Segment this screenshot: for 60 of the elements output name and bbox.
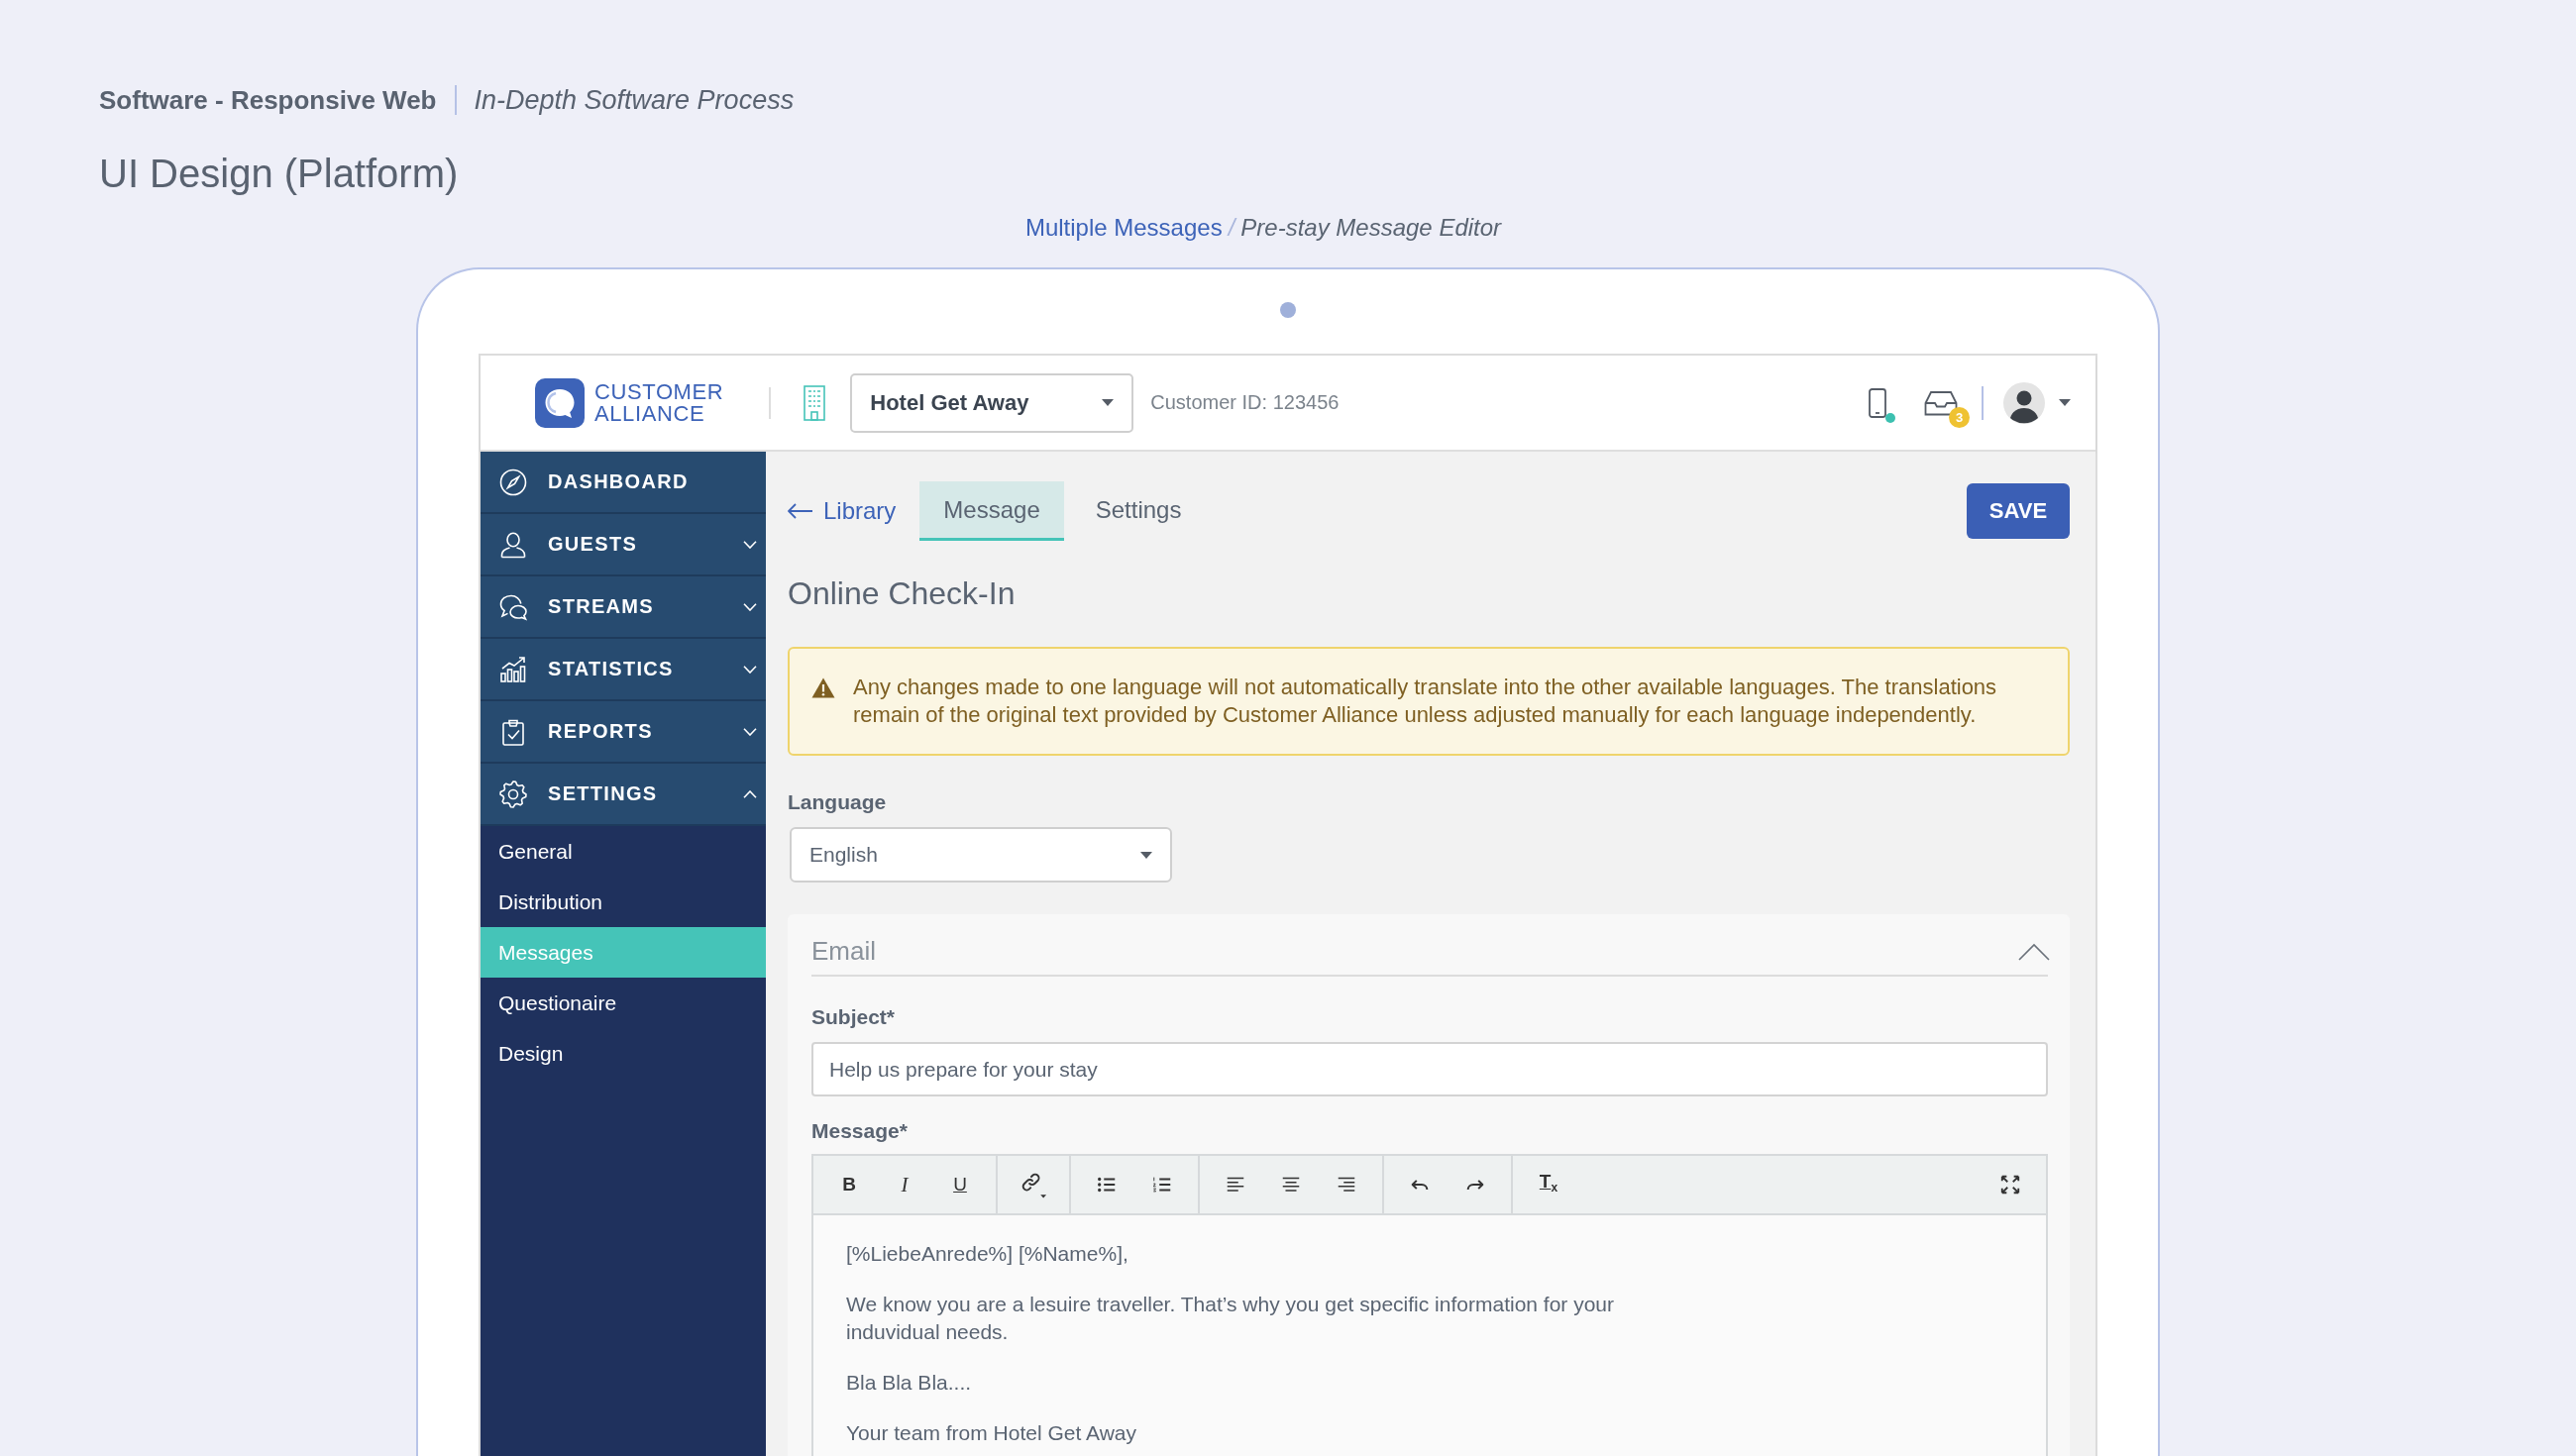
caret-icon xyxy=(1102,399,1115,406)
sidebar-subitem[interactable]: General xyxy=(481,826,766,877)
building-icon xyxy=(803,384,827,421)
clear-format-button[interactable]: T$_{x}$ xyxy=(1539,1170,1558,1199)
bar-chart-icon xyxy=(498,654,528,684)
status-dot-icon xyxy=(1885,412,1895,423)
section-title: Online Check-In xyxy=(788,575,1016,611)
property-select[interactable]: Hotel Get Away xyxy=(850,372,1134,433)
compass-icon xyxy=(498,467,528,497)
sidebar-item[interactable]: REPORTS xyxy=(481,701,766,764)
sidebar-subitem[interactable]: Distribution xyxy=(481,877,766,927)
underline-button[interactable]: U xyxy=(953,1174,967,1196)
language-select[interactable]: English xyxy=(790,827,1172,883)
fullscreen-icon[interactable] xyxy=(1999,1174,2021,1196)
caret-icon xyxy=(2059,399,2071,406)
subject-field[interactable]: Help us prepare for your stay xyxy=(811,1042,2048,1096)
card-title: Email xyxy=(811,936,876,967)
logo-icon xyxy=(535,377,585,428)
breadcrumb-link[interactable]: Multiple Messages xyxy=(1024,214,1223,241)
camera-dot-icon xyxy=(1280,302,1296,318)
tab[interactable]: Message xyxy=(919,481,1064,541)
back-link[interactable]: Library xyxy=(788,497,897,525)
phone-icon[interactable] xyxy=(1869,387,1886,418)
sidebar-item[interactable]: STATISTICS xyxy=(481,639,766,701)
arrow-left-icon xyxy=(788,503,813,519)
link-icon[interactable] xyxy=(1020,1171,1047,1198)
chevron-up-icon[interactable] xyxy=(2018,942,2050,961)
rich-text-editor[interactable]: B I U T$_{x}$ [%LiebeAnrede%] [%Name%], We know you are a lesuire traveller. That’s why you get specific information for your induvidual needs. Bla Bla Bla.... Your team from Hotel Get Away xyxy=(811,1154,2048,1456)
breadcrumb-current: Pre-stay Message Editor xyxy=(1240,214,1502,241)
page-title: UI Design (Platform) xyxy=(99,151,459,196)
bold-button[interactable]: B xyxy=(842,1174,856,1196)
notification-badge: 3 xyxy=(1949,406,1970,428)
caret-icon xyxy=(1140,851,1152,859)
breadcrumb-separator: / xyxy=(1228,214,1235,241)
field-label: Language xyxy=(788,789,887,815)
sidebar-item[interactable]: GUESTS xyxy=(481,514,766,576)
gear-icon xyxy=(498,779,528,809)
sidebar-item[interactable]: SETTINGS xyxy=(481,764,766,826)
sidebar-item[interactable]: DASHBOARD xyxy=(481,452,766,514)
field-label: Message* xyxy=(811,1118,909,1144)
warning-icon xyxy=(811,677,835,698)
message-paragraph: [%LiebeAnrede%] [%Name%], xyxy=(846,1241,1129,1267)
warning-text: Any changes made to one language will not automatically translate into the other available languages. The translations remain of the original text provided by Customer Alliance unless adjusted manually for each language independently. xyxy=(853,674,1998,729)
logo-wordmark: CUSTOMER ALLIANCE xyxy=(594,380,724,425)
sidebar-item[interactable]: STREAMS xyxy=(481,576,766,639)
italic-button[interactable]: I xyxy=(901,1174,909,1196)
message-paragraph: Your team from Hotel Get Away xyxy=(846,1420,1137,1446)
process-subtitle: In-Depth Software Process xyxy=(474,84,795,116)
field-label: Subject* xyxy=(811,1004,897,1030)
tab[interactable]: Settings xyxy=(1071,481,1206,541)
message-paragraph: Bla Bla Bla.... xyxy=(846,1370,973,1396)
person-icon xyxy=(498,529,528,560)
sidebar-subitem[interactable]: Questionaire xyxy=(481,978,766,1028)
customer-id: Customer ID: 123456 xyxy=(1150,391,1340,414)
inbox-icon[interactable] xyxy=(1924,389,1958,416)
avatar-icon[interactable] xyxy=(2003,381,2045,424)
sidebar-subitem[interactable]: Design xyxy=(481,1028,766,1079)
project-title: Software - Responsive Web xyxy=(99,84,437,116)
message-paragraph: We know you are a lesuire traveller. That’s why you get specific information for your induvidual needs. xyxy=(846,1292,1616,1345)
save-button[interactable]: SAVE xyxy=(1967,483,2070,539)
